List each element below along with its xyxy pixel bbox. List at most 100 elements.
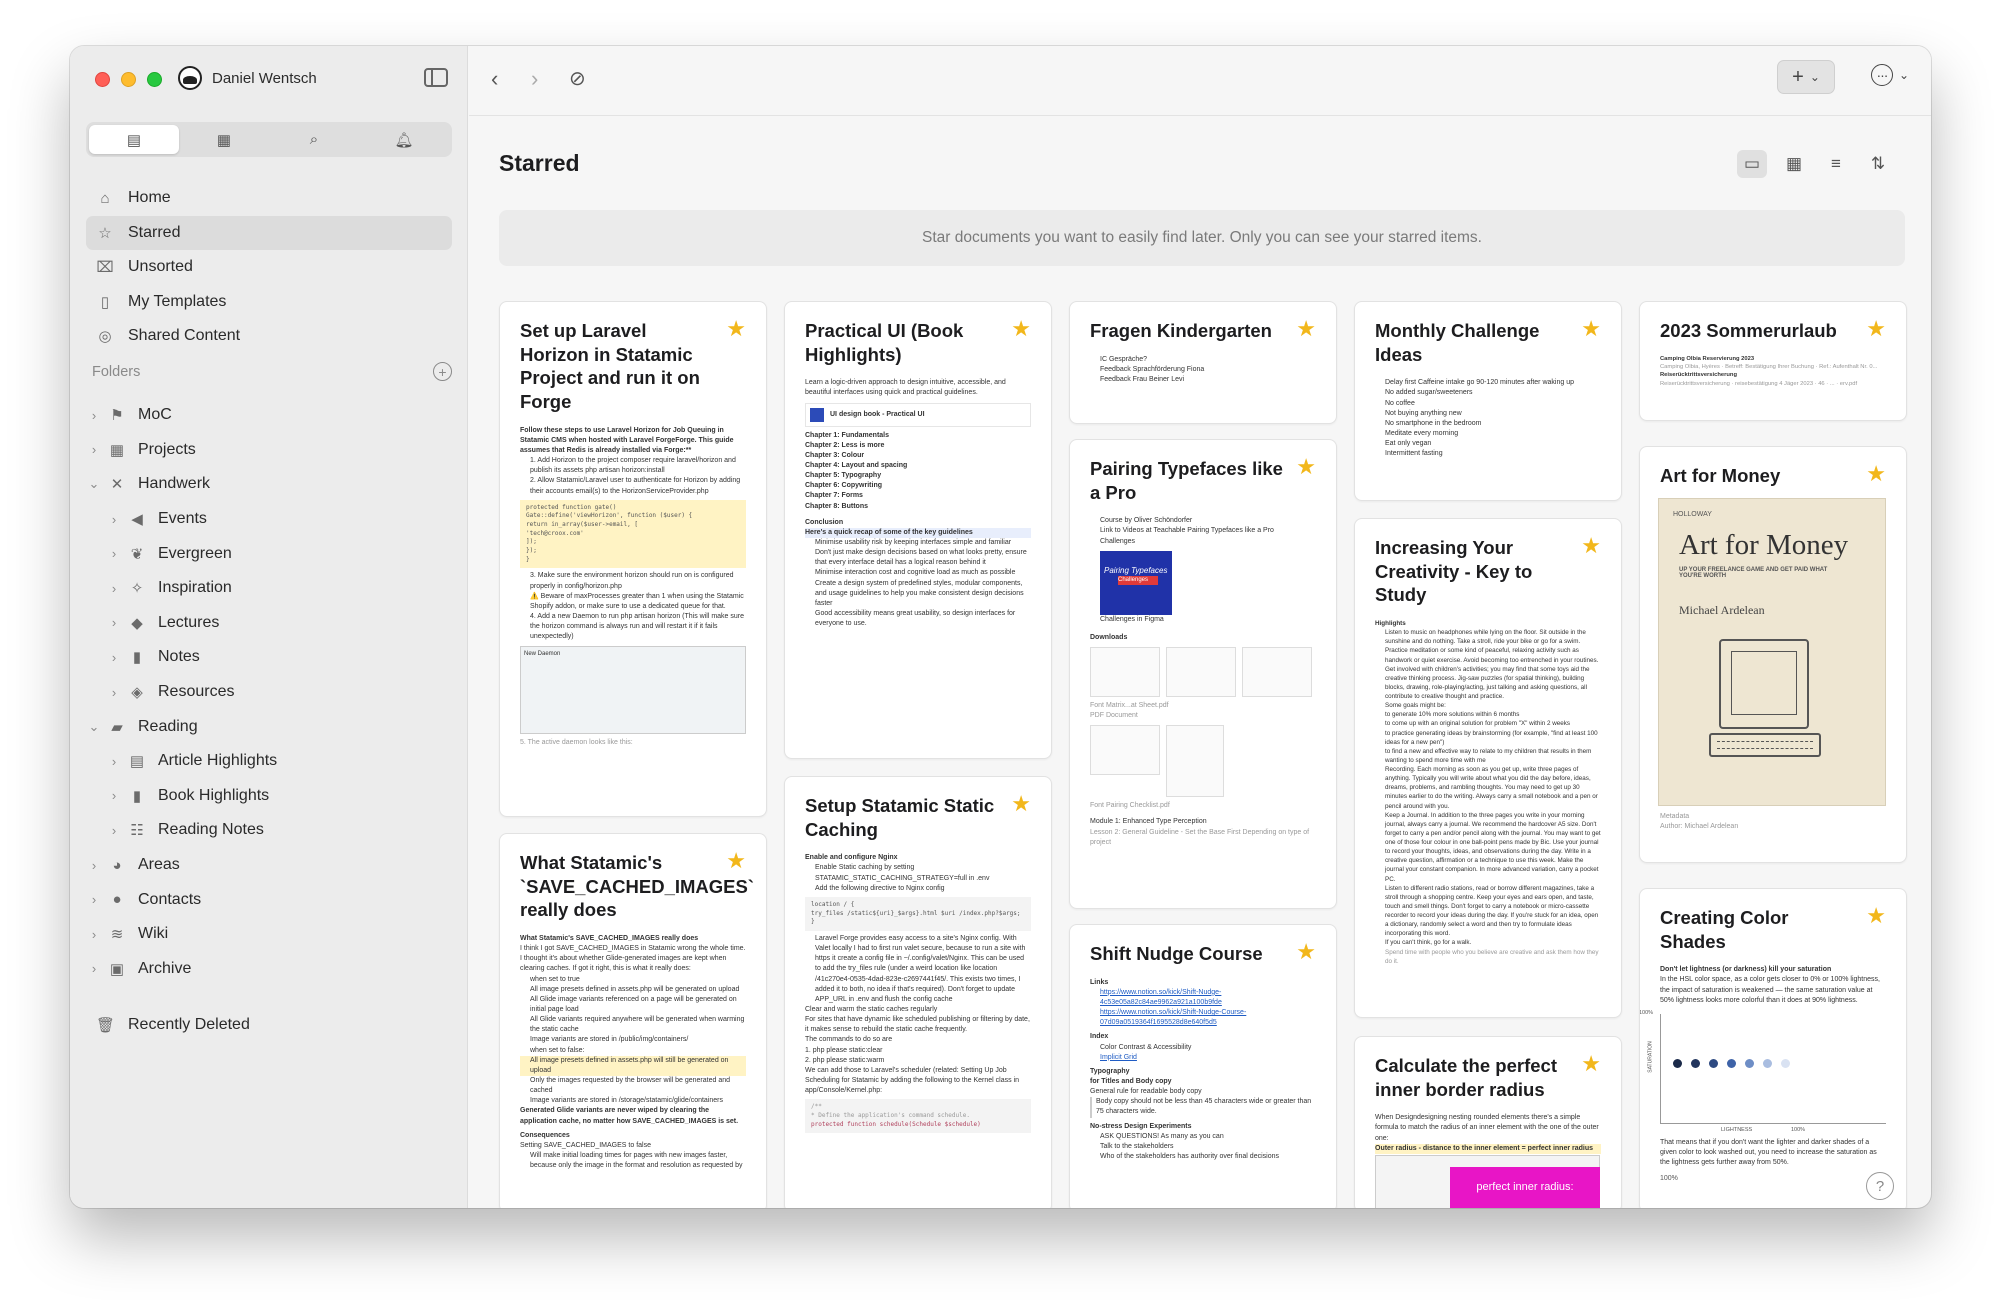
chevron-right-icon[interactable]: › xyxy=(106,615,122,630)
link[interactable]: https://www.notion.so/kick/Shift-Nudge-C… xyxy=(1090,1008,1316,1028)
star-icon[interactable]: ★ xyxy=(1296,456,1316,478)
pdf-attachment[interactable] xyxy=(1242,647,1312,698)
chevron-right-icon[interactable]: › xyxy=(86,442,102,457)
document-card[interactable]: Monthly Challenge Ideas ★ Delay first Ca… xyxy=(1354,301,1622,501)
card-snippet: What Statamic's SAVE_CACHED_IMAGES reall… xyxy=(500,922,766,1171)
folder-moc[interactable]: › ⚑ MoC xyxy=(86,398,452,433)
document-card[interactable]: Setup Statamic Static Caching ★ Enable a… xyxy=(784,776,1052,1208)
pdf-attachment[interactable] xyxy=(1090,647,1160,698)
sidebar-item-unsorted[interactable]: ⌧ Unsorted xyxy=(86,250,452,284)
calendar-tab-icon[interactable]: ▦ xyxy=(179,125,269,154)
more-options-button[interactable]: ··· ⌄ xyxy=(1870,64,1909,86)
sidebar-item-shared-content[interactable]: ◎ Shared Content xyxy=(86,319,452,353)
document-card[interactable]: Set up Laravel Horizon in Statamic Proje… xyxy=(499,301,767,817)
chevron-right-icon[interactable]: › xyxy=(86,408,102,423)
star-icon[interactable]: ★ xyxy=(1011,793,1031,815)
sidebar-toggle-icon[interactable] xyxy=(424,68,448,87)
cards-view-icon[interactable]: ▭ xyxy=(1737,150,1767,178)
folder-reading-notes[interactable]: › ☷ Reading Notes xyxy=(86,813,452,848)
list-view-icon[interactable]: ≡ xyxy=(1821,150,1851,178)
chevron-right-icon[interactable]: › xyxy=(106,581,122,596)
zoom-window-button[interactable] xyxy=(147,72,162,87)
star-icon[interactable]: ★ xyxy=(726,850,746,872)
close-window-button[interactable] xyxy=(95,72,110,87)
folder-evergreen[interactable]: › ❦ Evergreen xyxy=(86,536,452,571)
document-card[interactable]: Creating Color Shades ★ Don't let lightn… xyxy=(1639,888,1907,1208)
document-card[interactable]: Shift Nudge Course ★ Links https://www.n… xyxy=(1069,924,1337,1208)
folder-contacts[interactable]: › ● Contacts xyxy=(86,882,452,917)
sidebar-item-recently-deleted[interactable]: 🗑︎ Recently Deleted xyxy=(96,1016,250,1034)
folder-wiki[interactable]: › ≋ Wiki xyxy=(86,917,452,952)
folder-areas[interactable]: › ◕ Areas xyxy=(86,848,452,883)
document-card[interactable]: Increasing Your Creativity - Key to Stud… xyxy=(1354,518,1622,1018)
document-card[interactable]: What Statamic's `SAVE_CACHED_IMAGES` rea… xyxy=(499,833,767,1208)
sort-icon[interactable]: ⇅ xyxy=(1863,150,1893,178)
chevron-down-icon[interactable]: ⌄ xyxy=(86,476,102,492)
star-icon[interactable]: ★ xyxy=(1296,941,1316,963)
grid-view-icon[interactable]: ▦ xyxy=(1779,150,1809,178)
chevron-right-icon[interactable]: › xyxy=(106,823,122,838)
folder-inspiration[interactable]: › ✧ Inspiration xyxy=(86,571,452,606)
pdf-attachment[interactable] xyxy=(1166,725,1224,798)
sidebar-item-home[interactable]: ⌂ Home xyxy=(86,181,452,215)
documents-tab-icon[interactable]: ▤ xyxy=(89,125,179,154)
star-icon[interactable]: ★ xyxy=(1011,318,1031,340)
star-icon[interactable]: ★ xyxy=(1296,318,1316,340)
star-icon[interactable]: ★ xyxy=(1581,535,1601,557)
document-card[interactable]: Fragen Kindergarten ★ IC Gespräche? Feed… xyxy=(1069,301,1337,424)
chevron-right-icon[interactable]: › xyxy=(86,927,102,942)
chevron-right-icon[interactable]: › xyxy=(86,858,102,873)
star-icon[interactable]: ★ xyxy=(1866,463,1886,485)
search-tab-icon[interactable]: ⌕ xyxy=(269,125,359,154)
snippet-line: to find a new and effective way to relat… xyxy=(1385,747,1592,764)
document-card[interactable]: Pairing Typefaces like a Pro ★ Course by… xyxy=(1069,439,1337,909)
star-icon[interactable]: ★ xyxy=(1866,905,1886,927)
inner-radius-diagram: perfect inner radius: xyxy=(1450,1167,1600,1208)
chevron-right-icon[interactable]: › xyxy=(106,512,122,527)
folder-reading[interactable]: ⌄ ▰ Reading xyxy=(86,709,452,744)
chevron-down-icon[interactable]: ⌄ xyxy=(86,719,102,735)
chevron-right-icon[interactable]: › xyxy=(106,788,122,803)
notifications-tab-icon[interactable]: 🔔︎ xyxy=(359,125,449,154)
folder-notes[interactable]: › ▮ Notes xyxy=(86,640,452,675)
account-switcher[interactable]: Daniel Wentsch xyxy=(178,66,317,90)
new-document-button[interactable]: + ⌄ xyxy=(1777,60,1835,94)
minimize-window-button[interactable] xyxy=(121,72,136,87)
folder-handwerk[interactable]: ⌄ ✕ Handwerk xyxy=(86,467,452,502)
star-icon[interactable]: ★ xyxy=(726,318,746,340)
back-arrow-icon[interactable]: ‹ xyxy=(491,66,498,92)
document-card[interactable]: Practical UI (Book Highlights) ★ Learn a… xyxy=(784,301,1052,759)
chevron-right-icon[interactable]: › xyxy=(106,546,122,561)
folder-archive[interactable]: › ▣ Archive xyxy=(86,952,452,987)
folder-lectures[interactable]: › ◆ Lectures xyxy=(86,606,452,641)
chevron-right-icon[interactable]: › xyxy=(86,892,102,907)
document-card[interactable]: 2023 Sommerurlaub ★ Camping Olbia Reserv… xyxy=(1639,301,1907,421)
star-icon[interactable]: ★ xyxy=(1581,1053,1601,1075)
link-preview[interactable]: UI design book - Practical UI xyxy=(805,402,1031,427)
chevron-right-icon[interactable]: › xyxy=(106,754,122,769)
star-icon[interactable]: ★ xyxy=(1581,318,1601,340)
snippet-line: IC Gespräche? xyxy=(1100,355,1148,363)
folder-resources[interactable]: › ◈ Resources xyxy=(86,675,452,710)
star-icon[interactable]: ★ xyxy=(1866,318,1886,340)
link[interactable]: Implicit Grid xyxy=(1090,1053,1316,1063)
sidebar-item-my-templates[interactable]: ▯ My Templates xyxy=(86,285,452,319)
pdf-attachment[interactable] xyxy=(1166,647,1236,698)
folder-book-highlights[interactable]: › ▮ Book Highlights xyxy=(86,779,452,814)
chevron-right-icon[interactable]: › xyxy=(86,961,102,976)
chevron-right-icon[interactable]: › xyxy=(106,650,122,665)
focus-mode-icon[interactable]: ⊘ xyxy=(569,66,586,91)
folder-article-highlights[interactable]: › ▤ Article Highlights xyxy=(86,744,452,779)
document-card[interactable]: Art for Money ★ HOLLOWAY Art for Money U… xyxy=(1639,446,1907,863)
link[interactable]: https://www.notion.so/kick/Shift-Nudge-4… xyxy=(1090,988,1316,1008)
document-card[interactable]: Calculate the perfect inner border radiu… xyxy=(1354,1036,1622,1208)
add-folder-icon[interactable]: + xyxy=(433,362,452,381)
chevron-right-icon[interactable]: › xyxy=(106,685,122,700)
pdf-attachment[interactable] xyxy=(1090,725,1160,776)
help-button[interactable]: ? xyxy=(1866,1172,1894,1200)
folder-projects[interactable]: › ▦ Projects xyxy=(86,433,452,468)
forward-arrow-icon[interactable]: › xyxy=(531,66,538,92)
folder-events[interactable]: › ◀ Events xyxy=(86,502,452,537)
sidebar-item-starred[interactable]: ☆ Starred xyxy=(86,215,452,250)
code-line: try_files /static${uri}_$args}.html $uri… xyxy=(811,909,1021,917)
